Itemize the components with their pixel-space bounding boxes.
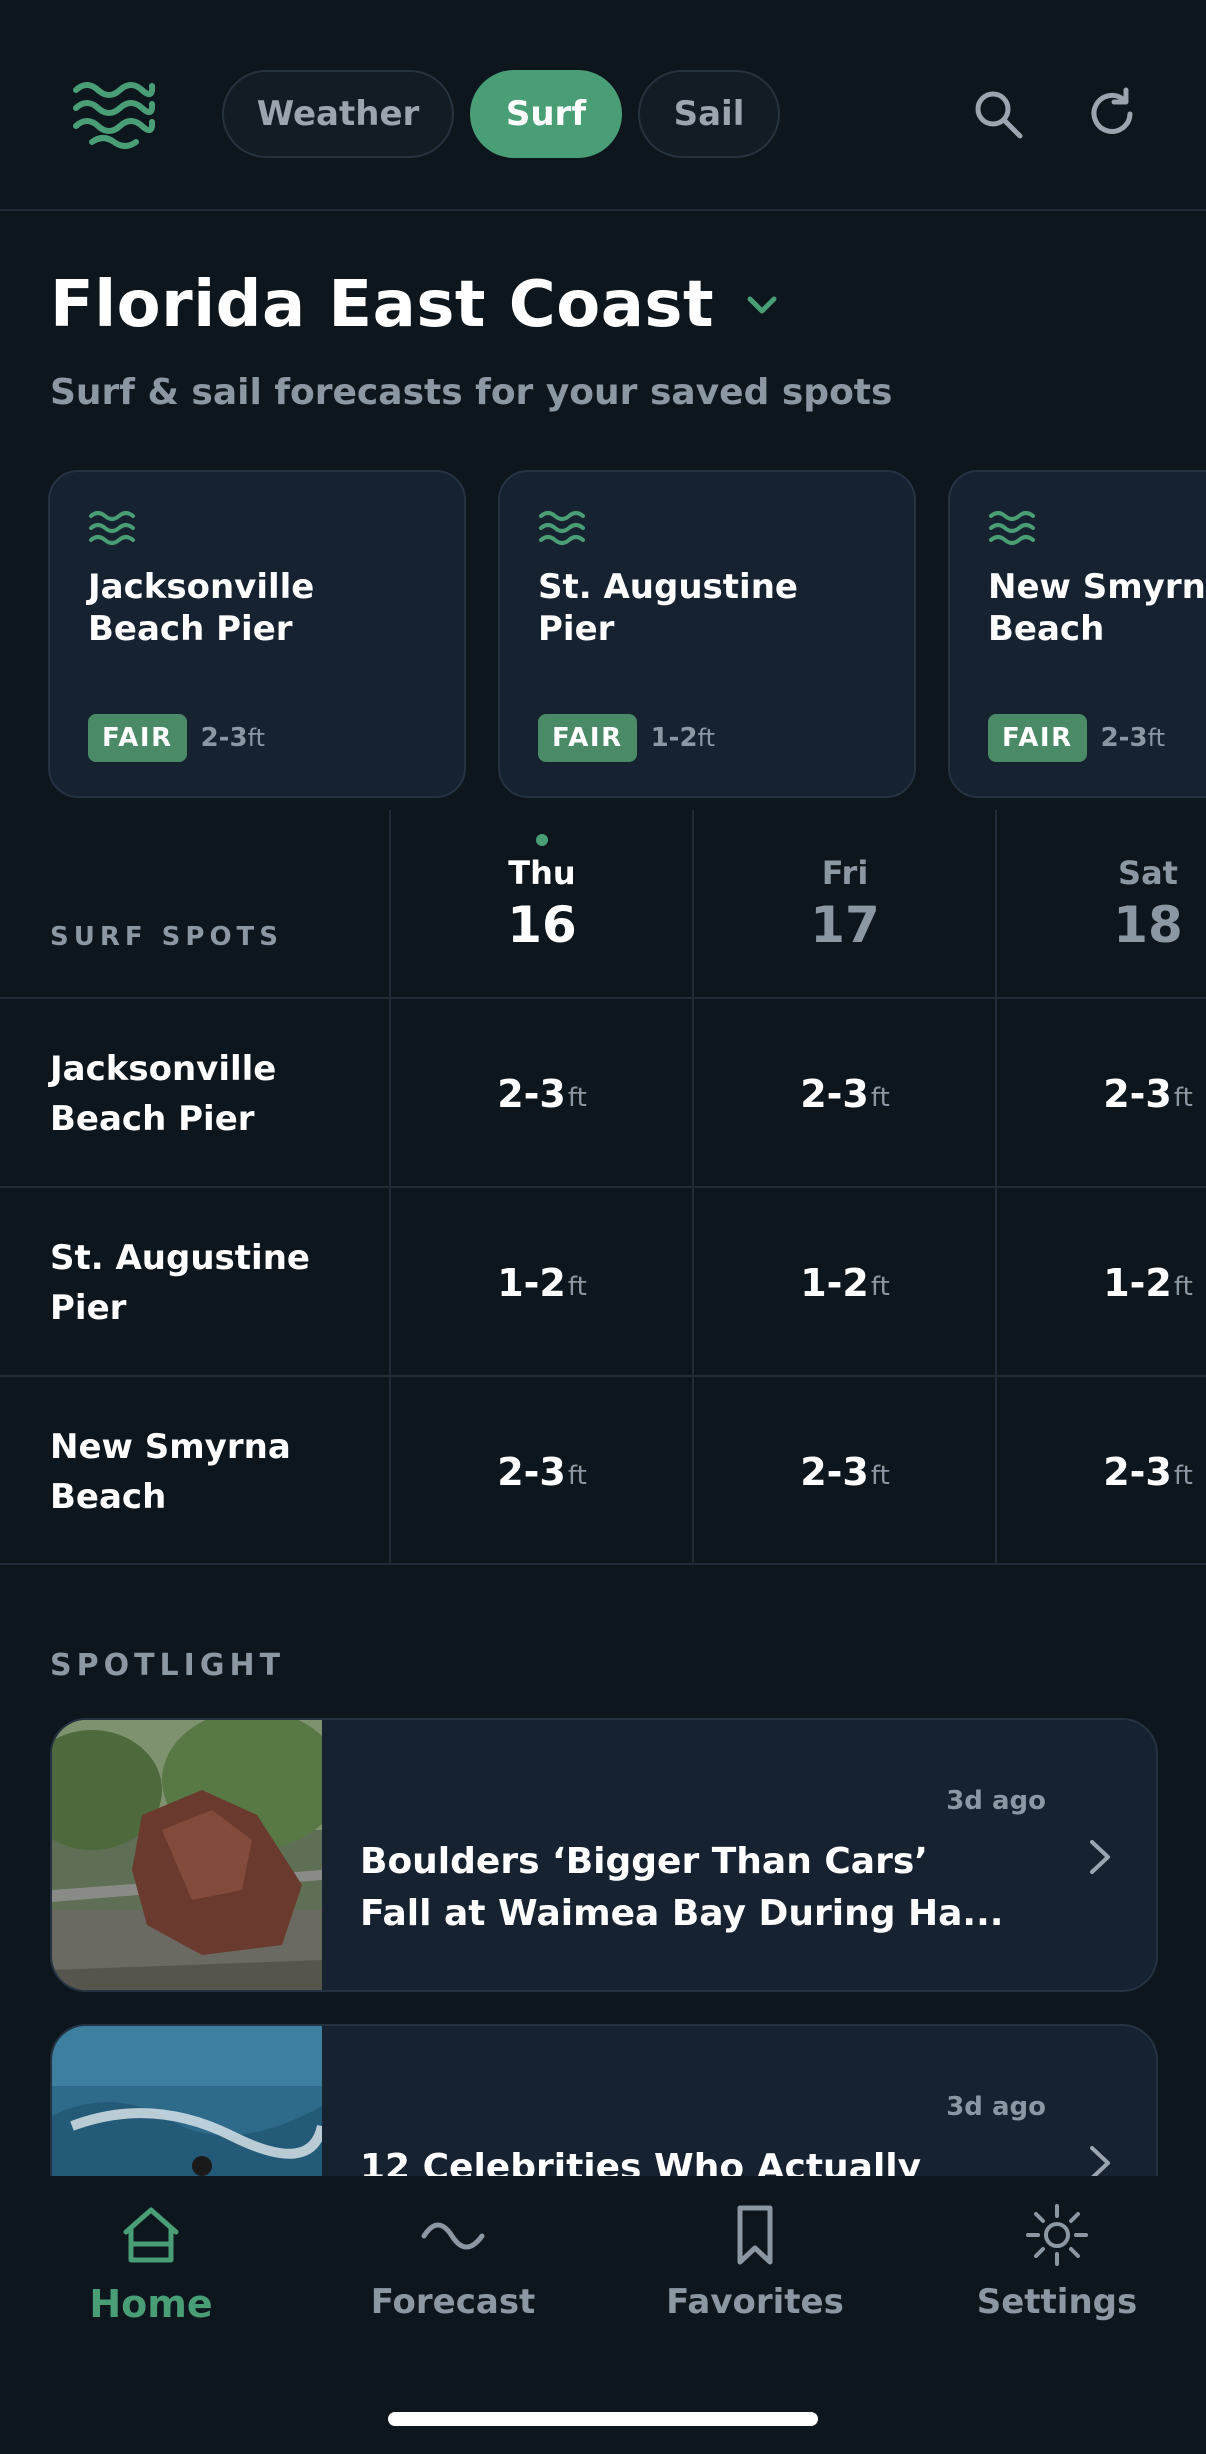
waves-logo-icon	[68, 76, 158, 156]
forecast-cell[interactable]: 2-3 ft	[391, 999, 693, 1188]
spot-card-name: New Smyrna Beach	[988, 567, 1206, 649]
news-age: 3d ago	[946, 2092, 1046, 2122]
tab-favorites[interactable]: Favorites	[604, 2200, 906, 2322]
page-title: Florida East Coast	[50, 268, 715, 342]
wave-range: 1-2ft	[650, 723, 716, 753]
chevron-down-icon[interactable]	[742, 285, 782, 325]
spot-card[interactable]: St. Augustine Pier FAIR 1-2ft	[498, 470, 916, 798]
page-subtitle: Surf & sail forecasts for your saved spo…	[50, 372, 893, 413]
forecast-cell[interactable]: 2-3 ft	[391, 1377, 693, 1566]
forecast-cell[interactable]: 1-2 ft	[694, 1188, 996, 1377]
waves-icon	[88, 508, 138, 548]
bookmark-icon	[720, 2200, 790, 2270]
spotlight-heading: SPOTLIGHT	[50, 1648, 286, 1683]
day-header-sat[interactable]: Sat 18	[997, 810, 1206, 998]
forecast-cell[interactable]: 1-2 ft	[391, 1188, 693, 1377]
rating-badge: FAIR	[88, 714, 187, 762]
tab-weather[interactable]: Weather	[222, 70, 454, 158]
spot-card-name: Jacksonville Beach Pier	[88, 567, 315, 649]
today-dot	[536, 834, 548, 846]
tab-home[interactable]: Home	[0, 2200, 302, 2326]
forecast-cell[interactable]: 1-2 ft	[997, 1188, 1206, 1377]
news-headline: Boulders ‘Bigger Than Cars’ Fall at Waime…	[360, 1841, 1004, 1934]
wave-range: 2-3ft	[200, 723, 266, 753]
tab-settings[interactable]: Settings	[906, 2200, 1206, 2322]
day-header-fri[interactable]: Fri 17	[694, 810, 996, 998]
tab-surf[interactable]: Surf	[470, 70, 622, 158]
row-spot-name[interactable]: St. Augustine Pier	[50, 1233, 310, 1333]
refresh-icon[interactable]	[1078, 80, 1146, 148]
row-spot-name[interactable]: Jacksonville Beach Pier	[50, 1044, 276, 1144]
sun-settings-icon	[1022, 2200, 1092, 2270]
home-indicator[interactable]	[388, 2412, 818, 2426]
top-bar: Weather Surf Sail	[0, 0, 1206, 211]
wave-range: 2-3ft	[1100, 723, 1166, 753]
rating-badge: FAIR	[538, 714, 637, 762]
grid-label: SURF SPOTS	[50, 922, 284, 952]
forecast-cell[interactable]: 2-3 ft	[694, 999, 996, 1188]
region-selector[interactable]: Florida East Coast	[50, 268, 782, 342]
home-icon	[116, 2200, 186, 2270]
row-spot-name[interactable]: New Smyrna Beach	[50, 1422, 291, 1522]
news-age: 3d ago	[946, 1786, 1046, 1816]
waves-icon	[988, 508, 1038, 548]
forecast-grid[interactable]: SURF SPOTS Thu 16 Fri 17 Sat 18 Jacksonv…	[0, 810, 1206, 1565]
tab-sail[interactable]: Sail	[638, 70, 780, 158]
waves-icon	[538, 508, 588, 548]
day-header-thu[interactable]: Thu 16	[391, 810, 693, 998]
forecast-cell[interactable]: 2-3 ft	[997, 1377, 1206, 1566]
search-icon[interactable]	[964, 80, 1032, 148]
forecast-cell[interactable]: 2-3 ft	[694, 1377, 996, 1566]
spot-card[interactable]: New Smyrna Beach FAIR 2-3ft	[948, 470, 1206, 798]
tab-forecast[interactable]: Forecast	[302, 2200, 604, 2322]
spot-cards-carousel[interactable]: Jacksonville Beach Pier FAIR 2-3ft St. Au…	[0, 470, 1206, 800]
news-card[interactable]: 3d ago Boulders ‘Bigger Than Cars’ Fall a…	[50, 1718, 1158, 1992]
spot-card[interactable]: Jacksonville Beach Pier FAIR 2-3ft	[48, 470, 466, 798]
app-screen: Weather Surf Sail Florida East Coast Sur…	[0, 0, 1206, 2454]
forecast-cell[interactable]: 2-3 ft	[997, 999, 1206, 1188]
wave-icon	[418, 2200, 488, 2270]
chevron-right-icon[interactable]	[1080, 1832, 1120, 1882]
spot-card-name: St. Augustine Pier	[538, 567, 798, 649]
news-thumbnail	[52, 1720, 342, 1990]
rating-badge: FAIR	[988, 714, 1087, 762]
